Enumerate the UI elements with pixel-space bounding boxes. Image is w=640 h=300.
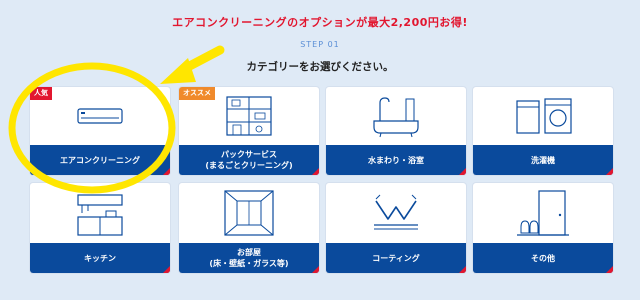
corner-accent bbox=[312, 168, 319, 175]
category-card-other[interactable]: その他 bbox=[473, 183, 613, 273]
category-label: 洗濯機 bbox=[473, 145, 613, 175]
category-card-pack-service[interactable]: オススメ パックサービス (まるごとクリーニング) bbox=[179, 87, 319, 175]
category-label: その他 bbox=[473, 243, 613, 273]
coating-icon bbox=[374, 194, 418, 230]
category-card-coating[interactable]: コーティング bbox=[326, 183, 466, 273]
category-label: コーティング bbox=[326, 243, 466, 273]
corner-accent bbox=[163, 168, 170, 175]
category-label: お部屋 (床・壁紙・ガラス等) bbox=[179, 243, 319, 273]
bathtub-icon bbox=[373, 97, 419, 138]
entrance-icon bbox=[517, 190, 569, 236]
corner-accent bbox=[312, 266, 319, 273]
category-label: キッチン bbox=[30, 243, 170, 273]
step-indicator: STEP 01 bbox=[300, 40, 340, 49]
category-label: パックサービス (まるごとクリーニング) bbox=[179, 145, 319, 175]
kitchen-icon bbox=[77, 194, 123, 236]
corner-accent bbox=[606, 168, 613, 175]
category-card-kitchen[interactable]: キッチン bbox=[30, 183, 170, 273]
recommended-badge: オススメ bbox=[179, 87, 215, 100]
category-card-room[interactable]: お部屋 (床・壁紙・ガラス等) bbox=[179, 183, 319, 273]
category-label: 水まわり・浴室 bbox=[326, 145, 466, 175]
category-card-aircon[interactable]: 人気 エアコンクリーニング bbox=[30, 87, 170, 175]
corner-accent bbox=[459, 168, 466, 175]
corner-accent bbox=[163, 266, 170, 273]
category-card-bathroom[interactable]: 水まわり・浴室 bbox=[326, 87, 466, 175]
category-card-washing-machine[interactable]: 洗濯機 bbox=[473, 87, 613, 175]
room-icon bbox=[224, 190, 274, 236]
page-title: カテゴリーをお選びください。 bbox=[246, 61, 394, 73]
corner-accent bbox=[606, 266, 613, 273]
category-label: エアコンクリーニング bbox=[30, 145, 170, 175]
washing-machine-icon bbox=[516, 98, 572, 134]
popular-badge: 人気 bbox=[30, 87, 52, 100]
corner-accent bbox=[459, 266, 466, 273]
promo-banner: エアコンクリーニングのオプションが最大2,200円お得! bbox=[172, 16, 468, 29]
